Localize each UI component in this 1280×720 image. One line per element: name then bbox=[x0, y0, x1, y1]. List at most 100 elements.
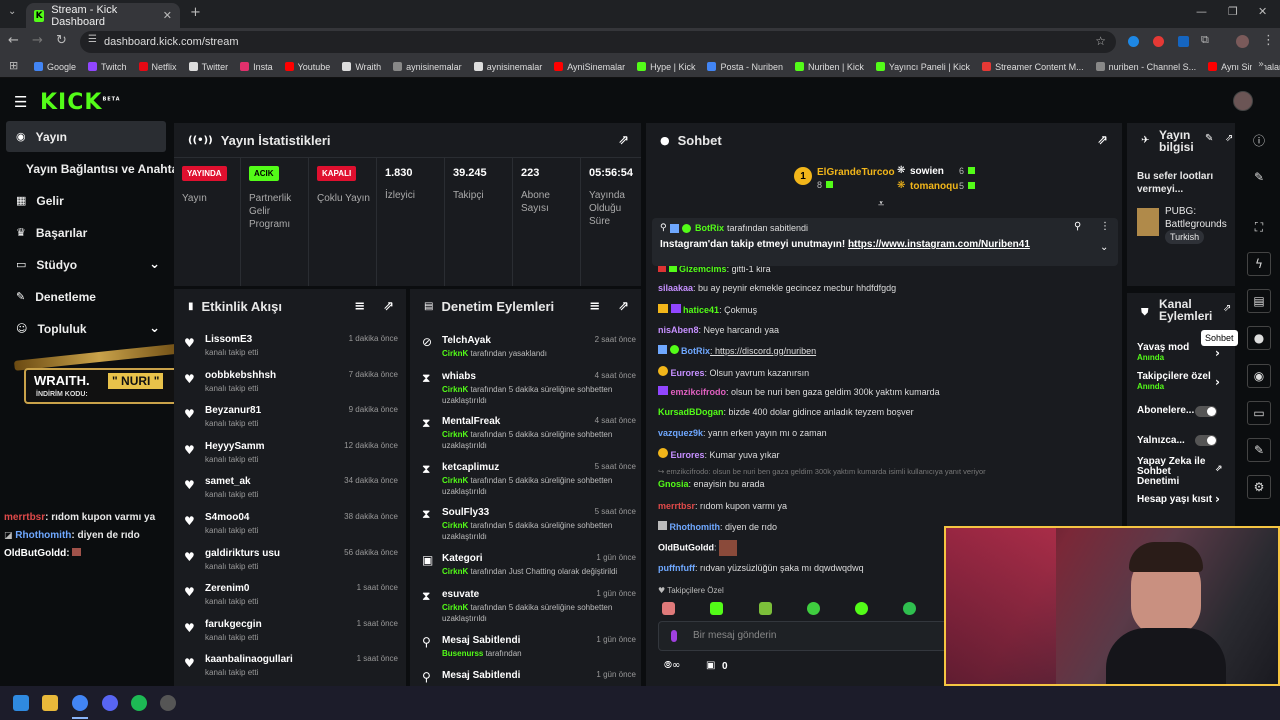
bookmark-item[interactable]: Twitch bbox=[88, 62, 127, 72]
sidebar-item-denetleme[interactable]: ✎ Denetleme bbox=[6, 281, 166, 312]
bookmark-item[interactable]: Youtube bbox=[284, 62, 330, 72]
channel-action-followers-only[interactable]: Takipçilere özel Anında › bbox=[1137, 371, 1229, 391]
bookmark-item[interactable]: aynisinemalar bbox=[393, 62, 462, 72]
broadcast-icon: ◉ bbox=[16, 130, 26, 143]
emote-icon[interactable] bbox=[710, 602, 723, 615]
filter-icon[interactable]: ≡ bbox=[354, 299, 365, 314]
popout-icon[interactable]: ⇗ bbox=[1223, 303, 1231, 314]
popout-icon[interactable]: ⇗ bbox=[618, 299, 629, 314]
chevron-down-icon[interactable]: ⌄ bbox=[1100, 242, 1108, 253]
edit-icon[interactable]: ✎ bbox=[1205, 133, 1213, 144]
chart-icon: ▦ bbox=[16, 194, 27, 207]
extensions-puzzle-icon[interactable]: ⧉ bbox=[1201, 33, 1209, 47]
apps-grid-icon[interactable]: ⊞ bbox=[9, 59, 18, 72]
extension-icon[interactable] bbox=[1128, 36, 1139, 47]
popout-icon[interactable]: ⇗ bbox=[383, 299, 394, 314]
popout-icon[interactable]: ⇗ bbox=[618, 133, 629, 148]
profile-avatar[interactable] bbox=[1236, 35, 1249, 48]
bookmark-item[interactable]: Hype | Kick bbox=[637, 62, 695, 72]
sidebar-item-yayin[interactable]: ◉ Yayın bbox=[6, 121, 166, 152]
only-toggle[interactable] bbox=[1195, 435, 1217, 446]
chat-bubble-icon[interactable]: ● bbox=[1247, 326, 1271, 350]
bookmark-item[interactable]: Insta bbox=[240, 62, 273, 72]
gift-box-icon[interactable]: ▣ bbox=[706, 660, 715, 671]
sidebar-item-studyo[interactable]: ▭ Stüdyo ⌄ bbox=[6, 249, 166, 280]
restore-icon[interactable]: ❐ bbox=[1228, 5, 1238, 18]
site-info-icon[interactable]: ☰ bbox=[88, 34, 97, 45]
document-icon[interactable]: ▤ bbox=[1247, 289, 1271, 313]
user-avatar[interactable] bbox=[1233, 91, 1253, 111]
unpin-icon[interactable]: ⚲ bbox=[1074, 221, 1081, 232]
info-icon[interactable]: ⓘ bbox=[1247, 128, 1271, 152]
studio-icon[interactable]: ▭ bbox=[1247, 401, 1271, 425]
bookmark-item[interactable]: Google bbox=[34, 62, 76, 72]
tab-search-icon[interactable]: ⌄ bbox=[8, 6, 16, 17]
category-name[interactable]: PUBG: Battlegrounds bbox=[1165, 205, 1235, 231]
popout-icon[interactable]: ⇗ bbox=[1225, 133, 1233, 144]
loop-icon[interactable]: ⦾∞ bbox=[664, 660, 680, 671]
hamburger-menu-icon[interactable]: ☰ bbox=[14, 93, 27, 111]
emote-icon[interactable] bbox=[759, 602, 772, 615]
emote-icon[interactable] bbox=[855, 602, 868, 615]
panel-title: Etkinlik Akışı bbox=[201, 298, 282, 314]
sidebar-item-stream-key[interactable]: Yayın Bağlantısı ve Anahtarı bbox=[16, 153, 186, 184]
tab-close-icon[interactable]: ✕ bbox=[163, 9, 172, 22]
bookmark-item[interactable]: Wraith bbox=[342, 62, 381, 72]
kick-logo[interactable]: KICKBETA bbox=[40, 90, 121, 115]
file-explorer-icon[interactable] bbox=[42, 695, 58, 711]
bookmark-item[interactable]: aynisinemalar bbox=[473, 62, 542, 72]
url-field[interactable]: ☰ dashboard.kick.com/stream ☆ bbox=[80, 31, 1116, 53]
lightning-icon[interactable]: ϟ bbox=[1247, 252, 1271, 276]
close-window-icon[interactable]: ✕ bbox=[1258, 5, 1267, 18]
chrome-icon[interactable] bbox=[72, 695, 88, 711]
more-bookmarks-icon[interactable]: » bbox=[1252, 59, 1265, 70]
more-options-icon[interactable]: ⋮ bbox=[1100, 221, 1110, 232]
gear-icon[interactable]: ⚙ bbox=[1247, 475, 1271, 499]
steam-icon[interactable] bbox=[160, 695, 176, 711]
extension-icon[interactable] bbox=[1153, 36, 1164, 47]
overlay-chat-line: OldButGoldd: bbox=[4, 548, 82, 559]
spotify-icon[interactable] bbox=[131, 695, 147, 711]
bookmark-item[interactable]: Aynı Sinemalar - Ça... bbox=[1208, 62, 1280, 72]
broadcast-icon[interactable]: ◉ bbox=[1247, 364, 1271, 388]
bookmark-favicon bbox=[393, 62, 403, 71]
bookmark-item[interactable]: nuriben - Channel S... bbox=[1095, 62, 1196, 72]
emote-icon[interactable] bbox=[903, 602, 916, 615]
bookmark-item[interactable]: Yayıncı Paneli | Kick bbox=[875, 62, 970, 72]
stat-multistream: KAPALI Çoklu Yayın bbox=[317, 166, 372, 205]
bookmark-item[interactable]: Twitter bbox=[188, 62, 228, 72]
bookmark-star-icon[interactable]: ☆ bbox=[1095, 34, 1106, 48]
discord-icon[interactable] bbox=[102, 695, 118, 711]
filter-icon[interactable]: ≡ bbox=[589, 299, 600, 314]
sidebar-item-basarilar[interactable]: ♛ Başarılar bbox=[6, 217, 166, 248]
bookmark-item[interactable]: Netflix bbox=[138, 62, 177, 72]
reload-icon[interactable]: ↻ bbox=[56, 33, 67, 48]
fullscreen-icon[interactable]: ⛶ bbox=[1247, 215, 1271, 239]
bookmark-item[interactable]: Streamer Content M... bbox=[982, 62, 1084, 72]
sidebar-item-gelir[interactable]: ▦ Gelir bbox=[6, 185, 166, 216]
browser-tab[interactable]: K Stream - Kick Dashboard ✕ bbox=[26, 3, 180, 28]
wrench-icon[interactable]: ✎ bbox=[1247, 438, 1271, 462]
extension-icon[interactable] bbox=[1178, 36, 1189, 47]
subscribers-only-toggle[interactable] bbox=[1195, 406, 1217, 417]
bookmark-item[interactable]: Posta - Nuriben bbox=[707, 62, 783, 72]
channel-action-account-age[interactable]: Hesap yaşı kısıt › bbox=[1137, 492, 1229, 506]
gifter-count: 5 bbox=[959, 181, 965, 191]
minimize-icon[interactable]: — bbox=[1196, 5, 1207, 18]
forward-icon[interactable]: → bbox=[32, 33, 43, 48]
windows-start-icon[interactable] bbox=[13, 695, 29, 711]
bookmark-item[interactable]: Nuriben | Kick bbox=[794, 62, 864, 72]
pinned-link[interactable]: https://www.instagram.com/Nuriben41 bbox=[848, 239, 1030, 250]
back-icon[interactable]: ← bbox=[8, 33, 19, 48]
edit-icon[interactable]: ✎ bbox=[1247, 165, 1271, 189]
channel-action-ai-moderation[interactable]: Yapay Zeka ile Sohbet Denetimi ⇗ bbox=[1137, 457, 1223, 487]
popout-icon[interactable]: ⇗ bbox=[1097, 133, 1108, 148]
tag-badge[interactable]: Turkish bbox=[1165, 230, 1205, 244]
bookmark-item[interactable]: AyniSinemalar bbox=[554, 62, 625, 72]
emote-icon[interactable] bbox=[807, 602, 820, 615]
collapse-icon[interactable]: ⩡ bbox=[878, 197, 884, 211]
emote-icon[interactable] bbox=[662, 602, 675, 615]
menu-dots-icon[interactable]: ⋮ bbox=[1262, 33, 1275, 48]
pinned-message: ⚲ BotRix tarafından sabitlendi ⚲ ⋮ Insta… bbox=[652, 218, 1118, 266]
new-tab-icon[interactable]: + bbox=[190, 5, 201, 20]
